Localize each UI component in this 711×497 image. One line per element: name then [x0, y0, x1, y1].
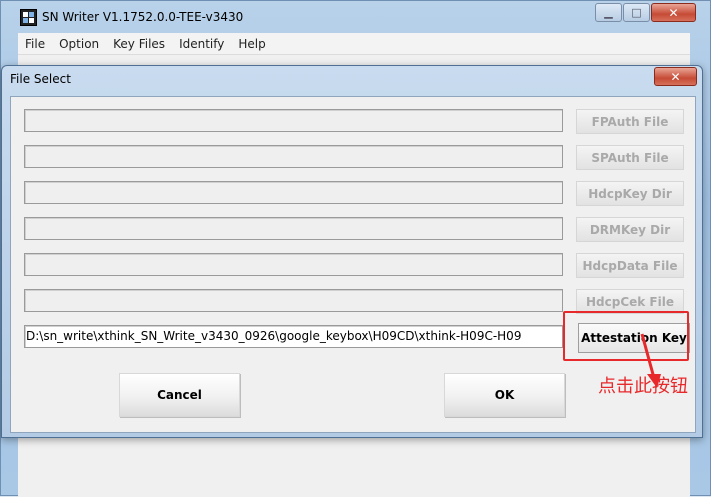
- menu-option[interactable]: Option: [52, 37, 106, 51]
- fpauth-file-button[interactable]: FPAuth File: [576, 109, 684, 134]
- hdcpdata-file-button[interactable]: HdcpData File: [576, 253, 684, 278]
- cancel-button[interactable]: Cancel: [119, 373, 240, 417]
- close-button[interactable]: ✕: [651, 3, 696, 22]
- hdcpcek-path-field[interactable]: [24, 289, 563, 312]
- annotation-highlight-box: [563, 311, 689, 361]
- menu-help[interactable]: Help: [231, 37, 272, 51]
- drmkey-dir-button[interactable]: DRMKey Dir: [576, 217, 684, 242]
- minimize-button[interactable]: ▁: [595, 3, 622, 22]
- attestation-key-path-field[interactable]: D:\sn_write\xthink_SN_Write_v3430_0926\g…: [24, 325, 563, 348]
- fpauth-path-field[interactable]: [24, 109, 563, 132]
- dialog-title: File Select: [10, 72, 71, 86]
- ok-button[interactable]: OK: [444, 373, 565, 417]
- dialog-body: FPAuth File SPAuth File HdcpKey Dir DRMK…: [10, 96, 696, 433]
- menu-file[interactable]: File: [18, 37, 52, 51]
- maximize-button[interactable]: □: [623, 3, 650, 22]
- menu-key-files[interactable]: Key Files: [106, 37, 172, 51]
- menu-identify[interactable]: Identify: [172, 37, 231, 51]
- menubar: File Option Key Files Identify Help: [18, 33, 690, 55]
- app-icon: [20, 9, 37, 26]
- spauth-file-button[interactable]: SPAuth File: [576, 145, 684, 170]
- hdcpkey-path-field[interactable]: [24, 181, 563, 204]
- main-titlebar[interactable]: SN Writer V1.1752.0.0-TEE-v3430 ▁ □ ✕: [1, 1, 710, 33]
- hdcpkey-dir-button[interactable]: HdcpKey Dir: [576, 181, 684, 206]
- annotation-text: 点击此按钮: [598, 376, 688, 397]
- dialog-close-button[interactable]: ✕: [654, 67, 697, 86]
- drmkey-path-field[interactable]: [24, 217, 563, 240]
- hdcpdata-path-field[interactable]: [24, 253, 563, 276]
- app-title: SN Writer V1.1752.0.0-TEE-v3430: [42, 10, 244, 24]
- spauth-path-field[interactable]: [24, 145, 563, 168]
- caption-buttons: ▁ □ ✕: [594, 3, 696, 22]
